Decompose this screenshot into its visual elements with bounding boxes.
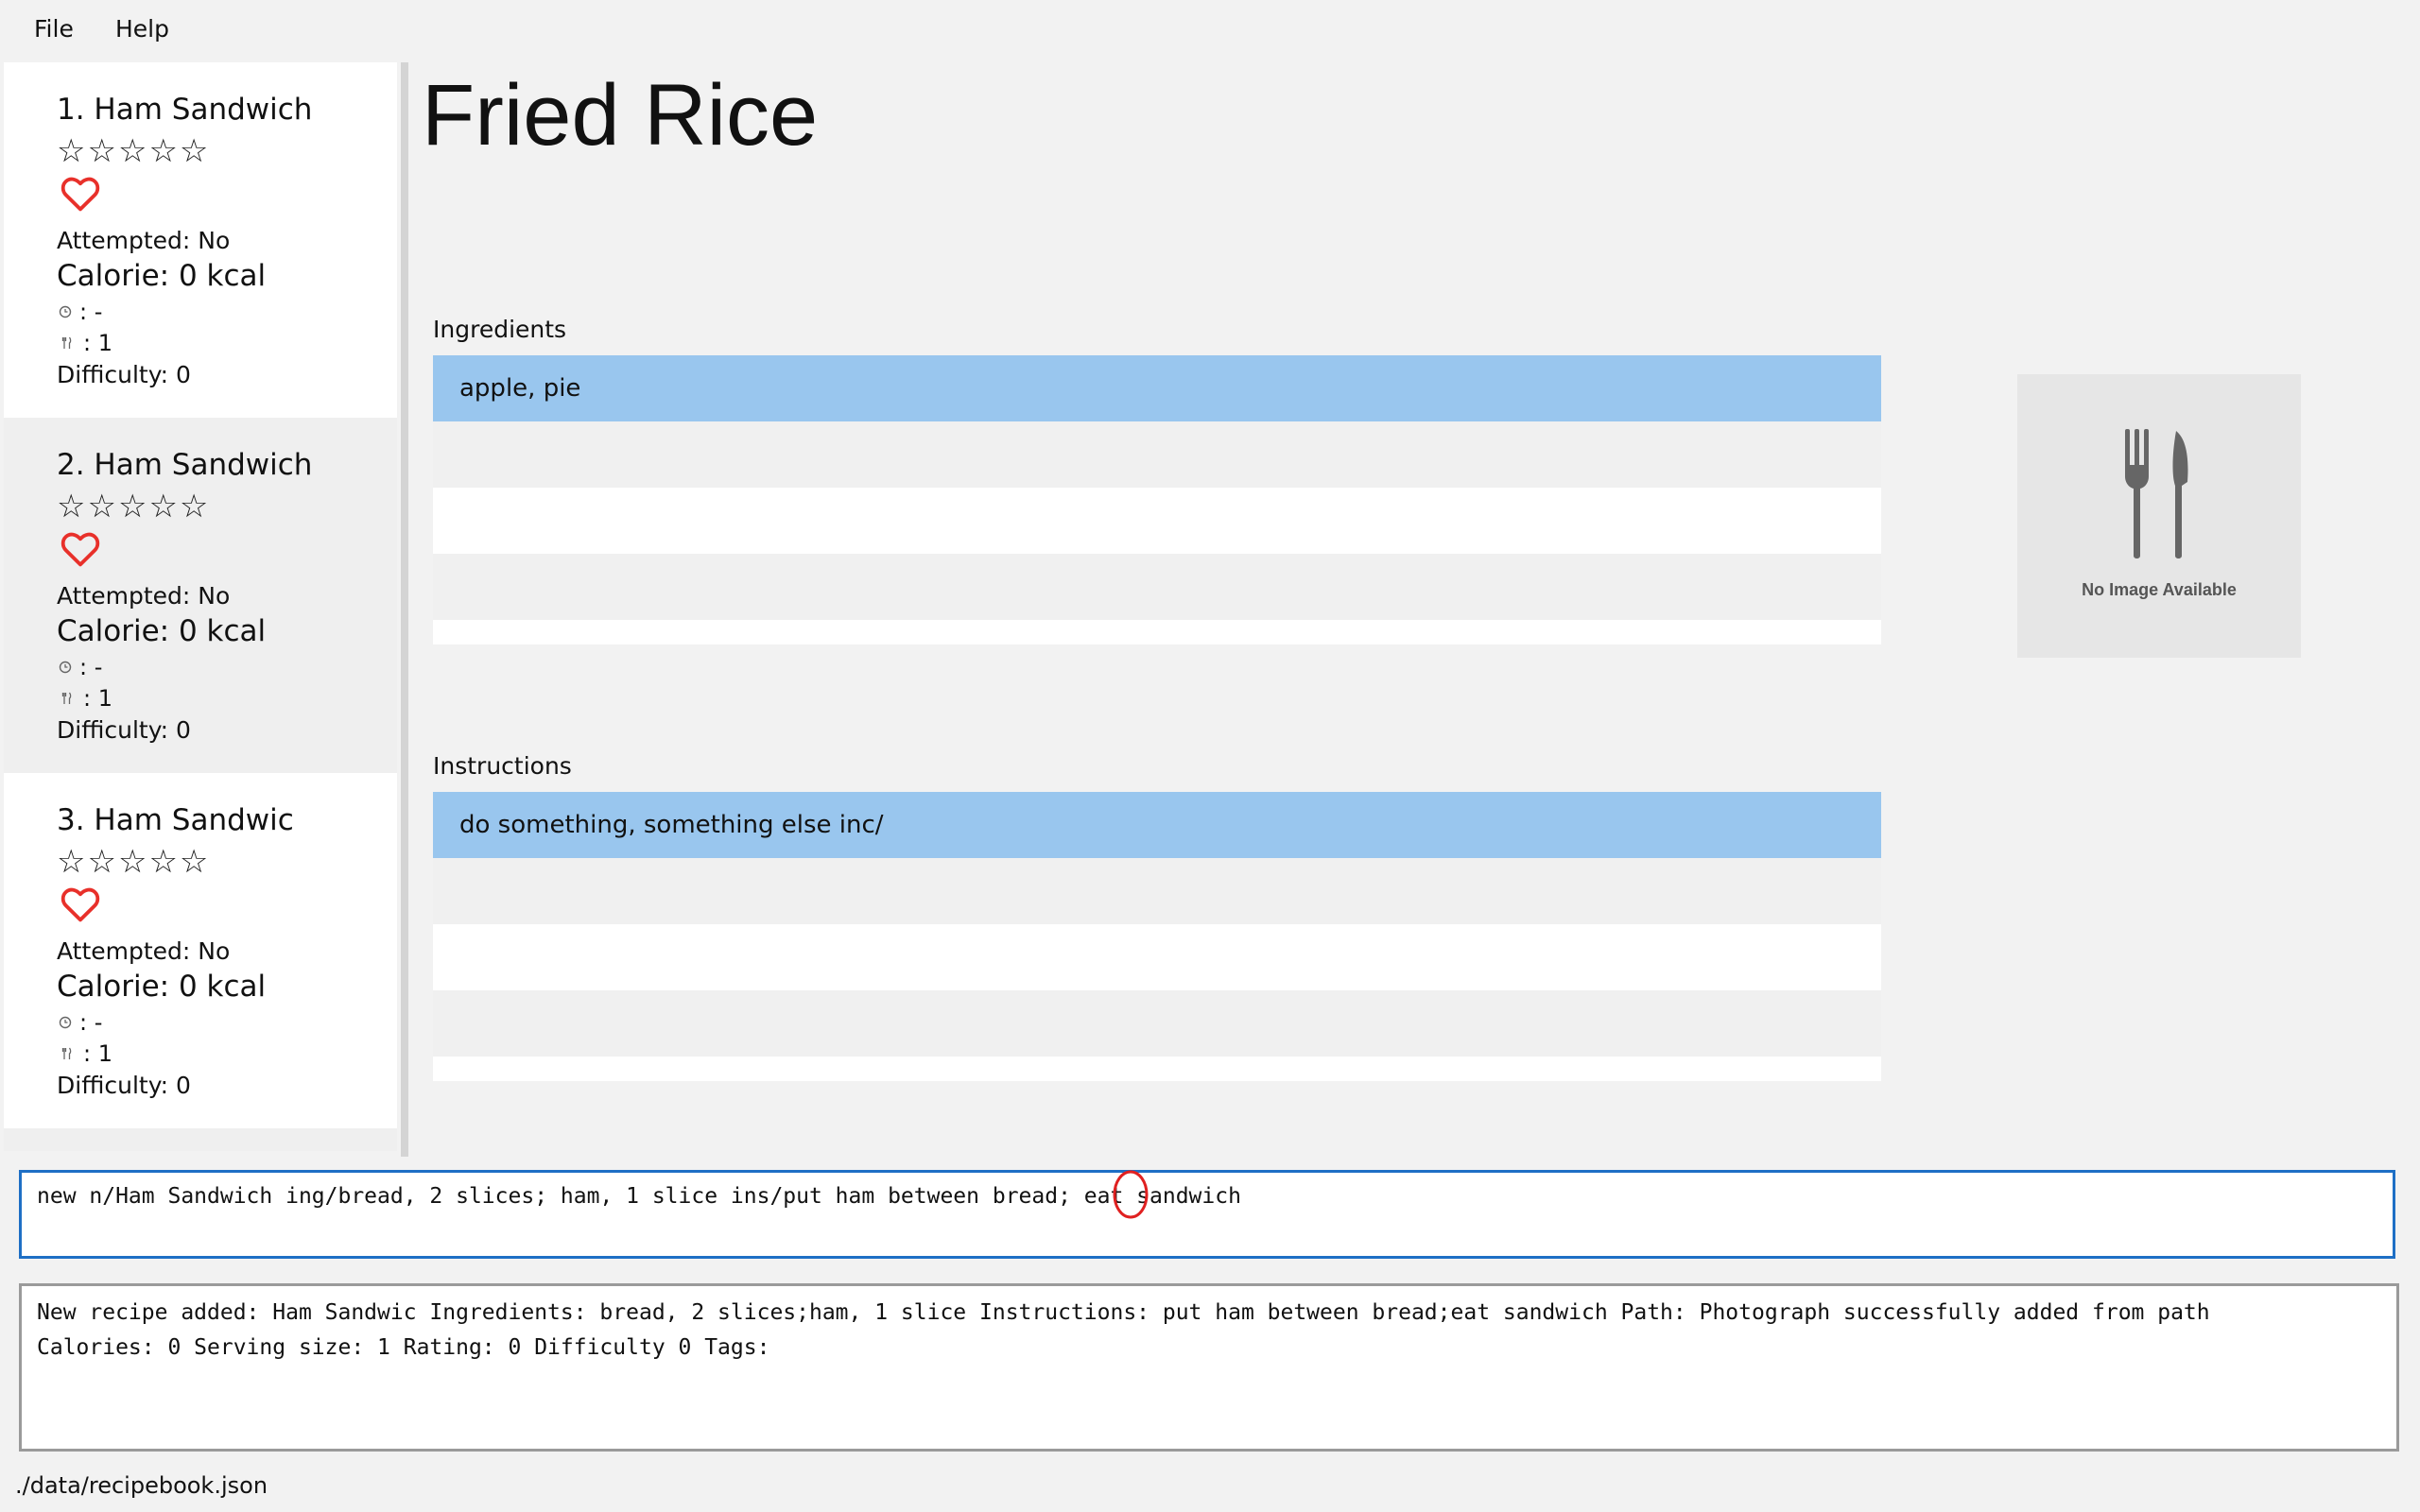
command-input-text[interactable]: new n/Ham Sandwich ing/bread, 2 slices; …: [37, 1184, 1241, 1209]
clock-icon: [59, 661, 72, 674]
time-row: : -: [59, 299, 102, 325]
instructions-label: Instructions: [433, 752, 572, 780]
star-rating-icon: ☆☆☆☆☆: [57, 488, 211, 525]
utensils-icon: [61, 1047, 72, 1059]
serving-row: : 1: [60, 685, 112, 712]
star-rating-icon: ☆☆☆☆☆: [57, 132, 211, 170]
recipe-card-title: 3. Ham Sandwic: [57, 803, 294, 837]
ingredient-empty-row: [433, 488, 1881, 554]
clock-icon: [59, 305, 72, 318]
time-row: : -: [59, 654, 102, 680]
menu-bar: File Help: [0, 0, 2420, 62]
clock-icon: [59, 1016, 72, 1029]
serving-value: : 1: [83, 330, 112, 356]
serving-row: : 1: [60, 330, 112, 356]
no-image-caption: No Image Available: [2082, 580, 2237, 599]
result-line-2: Calories: 0 Serving size: 1 Rating: 0 Di…: [37, 1335, 770, 1360]
recipe-card[interactable]: 3. Ham Sandwic ☆☆☆☆☆ Attempted: No Calor…: [4, 773, 397, 1128]
fork-knife-icon: [2125, 429, 2188, 558]
instruction-empty-row: [433, 924, 1881, 990]
recipe-list[interactable]: 1. Ham Sandwich ☆☆☆☆☆ Attempted: No Calo…: [0, 62, 403, 1157]
star-rating-icon: ☆☆☆☆☆: [57, 843, 211, 881]
recipe-card-partial[interactable]: [4, 1128, 397, 1151]
ingredient-item[interactable]: apple, pie: [433, 355, 1881, 421]
attempted-status: Attempted: No: [57, 227, 231, 254]
utensils-icon: [61, 692, 72, 704]
difficulty-value: Difficulty: 0: [57, 1072, 191, 1099]
status-bar-path: ./data/recipebook.json: [15, 1472, 268, 1499]
menu-help[interactable]: Help: [115, 15, 169, 43]
time-row: : -: [59, 1009, 102, 1036]
recipe-card[interactable]: 1. Ham Sandwich ☆☆☆☆☆ Attempted: No Calo…: [4, 62, 397, 418]
instruction-empty-row: [433, 858, 1881, 924]
result-line-1: New recipe added: Ham Sandwic Ingredient…: [37, 1300, 2210, 1325]
heart-icon[interactable]: [60, 886, 100, 922]
command-input[interactable]: new n/Ham Sandwich ing/bread, 2 slices; …: [19, 1170, 2395, 1259]
time-value: : -: [79, 1009, 103, 1036]
sidebar-scrollbar[interactable]: [401, 62, 408, 1157]
serving-value: : 1: [83, 685, 112, 712]
serving-row: : 1: [60, 1040, 112, 1067]
recipe-card[interactable]: 2. Ham Sandwich ☆☆☆☆☆ Attempted: No Calo…: [4, 418, 397, 773]
ingredient-empty-row: [433, 554, 1881, 620]
difficulty-value: Difficulty: 0: [57, 716, 191, 744]
recipe-card-title: 2. Ham Sandwich: [57, 448, 313, 482]
calorie-value: Calorie: 0 kcal: [57, 970, 267, 1004]
calorie-value: Calorie: 0 kcal: [57, 614, 267, 648]
menu-file[interactable]: File: [34, 15, 74, 43]
instruction-empty-row: [433, 990, 1881, 1057]
ingredients-label: Ingredients: [433, 316, 567, 343]
ingredients-list[interactable]: apple, pie: [433, 355, 1881, 644]
heart-icon[interactable]: [60, 531, 100, 567]
time-value: : -: [79, 654, 103, 680]
attempted-status: Attempted: No: [57, 937, 231, 965]
serving-value: : 1: [83, 1040, 112, 1067]
cursor-annotation-icon: [1113, 1170, 1149, 1219]
calorie-value: Calorie: 0 kcal: [57, 259, 267, 293]
recipe-card-title: 1. Ham Sandwich: [57, 93, 313, 127]
difficulty-value: Difficulty: 0: [57, 361, 191, 388]
instructions-list[interactable]: do something, something else inc/: [433, 792, 1881, 1081]
recipe-title: Fried Rice: [422, 67, 819, 163]
heart-icon[interactable]: [60, 176, 100, 212]
result-text: New recipe added: Ham Sandwic Ingredient…: [37, 1296, 2210, 1366]
result-display: New recipe added: Ham Sandwic Ingredient…: [19, 1283, 2399, 1452]
utensils-icon: [61, 336, 72, 349]
attempted-status: Attempted: No: [57, 582, 231, 610]
ingredient-empty-row: [433, 421, 1881, 488]
time-value: : -: [79, 299, 103, 325]
recipe-image-placeholder: No Image Available: [2017, 374, 2301, 658]
instruction-item[interactable]: do something, something else inc/: [433, 792, 1881, 858]
